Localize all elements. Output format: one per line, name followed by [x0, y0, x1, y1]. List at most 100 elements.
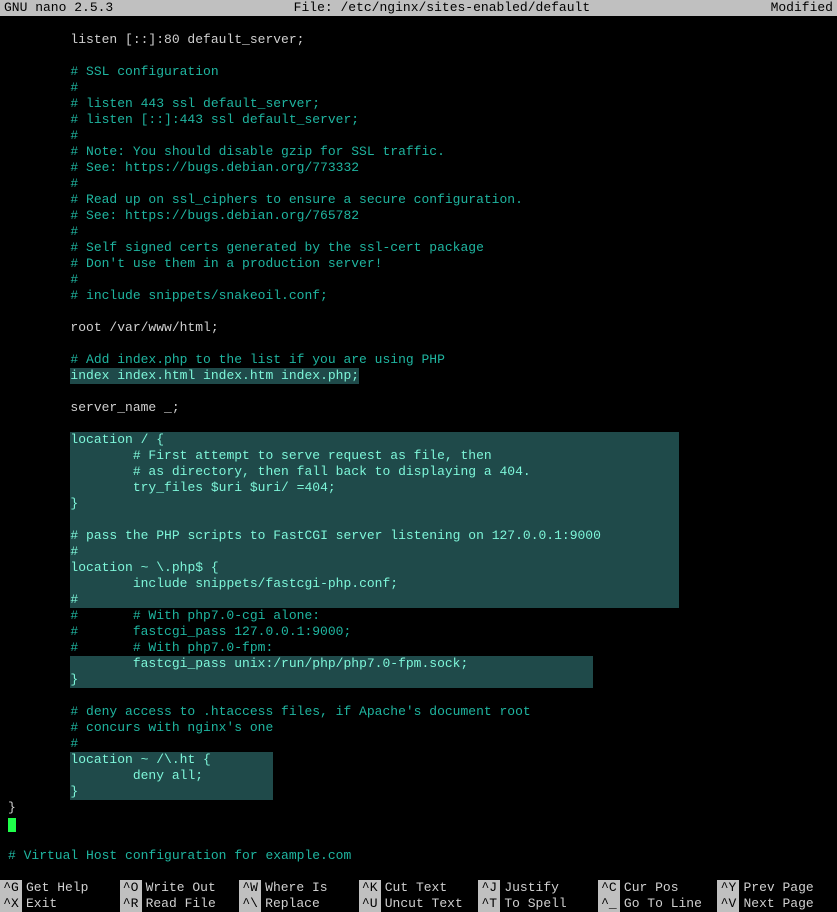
comment-text: # listen 443 ssl default_server;: [8, 96, 320, 111]
shortcut-item[interactable]: ^OWrite Out: [120, 880, 240, 896]
editor-line[interactable]: location / {: [0, 432, 837, 448]
shortcut-item[interactable]: ^JJustify: [478, 880, 598, 896]
comment-text: # deny access to .htaccess files, if Apa…: [8, 704, 531, 719]
shortcut-label: Get Help: [26, 880, 88, 896]
editor-line[interactable]: # First attempt to serve request as file…: [0, 448, 837, 464]
shortcut-bar: ^GGet Help^OWrite Out^WWhere Is^KCut Tex…: [0, 880, 837, 912]
highlighted-text: }: [70, 784, 273, 800]
shortcut-item[interactable]: ^TTo Spell: [478, 896, 598, 912]
highlighted-text: index index.html index.htm index.php;: [70, 368, 359, 384]
shortcut-key: ^O: [120, 880, 142, 896]
editor-line[interactable]: # Add index.php to the list if you are u…: [0, 352, 837, 368]
editor-line[interactable]: #: [0, 176, 837, 192]
shortcut-key: ^V: [717, 896, 739, 912]
shortcut-key: ^U: [359, 896, 381, 912]
editor-line[interactable]: root /var/www/html;: [0, 320, 837, 336]
shortcut-item[interactable]: ^XExit: [0, 896, 120, 912]
editor-line[interactable]: deny all;: [0, 768, 837, 784]
editor-line[interactable]: include snippets/fastcgi-php.conf;: [0, 576, 837, 592]
editor-line[interactable]: location ~ /\.ht {: [0, 752, 837, 768]
shortcut-item[interactable]: ^WWhere Is: [239, 880, 359, 896]
shortcut-label: Cut Text: [385, 880, 447, 896]
comment-text: #: [8, 272, 78, 287]
shortcut-key: ^Y: [717, 880, 739, 896]
editor-line[interactable]: #: [0, 224, 837, 240]
shortcut-item[interactable]: ^VNext Page: [717, 896, 837, 912]
editor-line[interactable]: server_name _;: [0, 400, 837, 416]
editor-line[interactable]: # SSL configuration: [0, 64, 837, 80]
comment-text: #: [8, 80, 78, 95]
highlighted-text: #: [70, 592, 679, 608]
editor-line[interactable]: [0, 384, 837, 400]
editor-line[interactable]: # Read up on ssl_ciphers to ensure a sec…: [0, 192, 837, 208]
editor-line[interactable]: }: [0, 800, 837, 816]
shortcut-key: ^T: [478, 896, 500, 912]
comment-text: # Don't use them in a production server!: [8, 256, 382, 271]
shortcut-key: ^K: [359, 880, 381, 896]
editor-line[interactable]: # pass the PHP scripts to FastCGI server…: [0, 528, 837, 544]
editor-line[interactable]: # fastcgi_pass 127.0.0.1:9000;: [0, 624, 837, 640]
app-name: GNU nano 2.5.3: [4, 0, 113, 16]
editor-line[interactable]: [0, 688, 837, 704]
highlighted-text: deny all;: [70, 768, 273, 784]
editor-line[interactable]: #: [0, 544, 837, 560]
code-text: listen [::]:80 default_server;: [8, 32, 304, 47]
comment-text: # Read up on ssl_ciphers to ensure a sec…: [8, 192, 523, 207]
editor-line[interactable]: # # With php7.0-cgi alone:: [0, 608, 837, 624]
highlighted-text: }: [70, 672, 593, 688]
editor-line[interactable]: listen [::]:80 default_server;: [0, 32, 837, 48]
shortcut-key: ^G: [0, 880, 22, 896]
comment-text: #: [8, 176, 78, 191]
cursor: [8, 818, 16, 832]
editor-line[interactable]: # # With php7.0-fpm:: [0, 640, 837, 656]
editor-line[interactable]: [0, 832, 837, 848]
shortcut-item[interactable]: ^RRead File: [120, 896, 240, 912]
editor-line[interactable]: # listen [::]:443 ssl default_server;: [0, 112, 837, 128]
editor-line[interactable]: # Don't use them in a production server!: [0, 256, 837, 272]
editor-line[interactable]: }: [0, 672, 837, 688]
editor-line[interactable]: #: [0, 128, 837, 144]
highlighted-text: fastcgi_pass unix:/run/php/php7.0-fpm.so…: [70, 656, 593, 672]
shortcut-item[interactable]: ^\Replace: [239, 896, 359, 912]
editor-line[interactable]: #: [0, 736, 837, 752]
editor-line[interactable]: # concurs with nginx's one: [0, 720, 837, 736]
editor-line[interactable]: # Note: You should disable gzip for SSL …: [0, 144, 837, 160]
editor-line[interactable]: #: [0, 272, 837, 288]
editor-line[interactable]: try_files $uri $uri/ =404;: [0, 480, 837, 496]
shortcut-item[interactable]: ^GGet Help: [0, 880, 120, 896]
editor-line[interactable]: [0, 416, 837, 432]
shortcut-item[interactable]: ^UUncut Text: [359, 896, 479, 912]
editor-line[interactable]: [0, 304, 837, 320]
editor-line[interactable]: [0, 336, 837, 352]
editor-line[interactable]: # as directory, then fall back to displa…: [0, 464, 837, 480]
editor-line[interactable]: [0, 816, 837, 832]
editor-line[interactable]: location ~ \.php$ {: [0, 560, 837, 576]
editor-line[interactable]: # See: https://bugs.debian.org/765782: [0, 208, 837, 224]
shortcut-item[interactable]: ^YPrev Page: [717, 880, 837, 896]
editor-line[interactable]: # Self signed certs generated by the ssl…: [0, 240, 837, 256]
editor-line[interactable]: # listen 443 ssl default_server;: [0, 96, 837, 112]
editor-line[interactable]: # Virtual Host configuration for example…: [0, 848, 837, 864]
shortcut-item[interactable]: ^KCut Text: [359, 880, 479, 896]
highlighted-text: # pass the PHP scripts to FastCGI server…: [70, 528, 679, 544]
editor-line[interactable]: [0, 48, 837, 64]
comment-text: # # With php7.0-fpm:: [8, 640, 273, 655]
editor-line[interactable]: # deny access to .htaccess files, if Apa…: [0, 704, 837, 720]
editor-line[interactable]: }: [0, 784, 837, 800]
code-text: }: [8, 800, 16, 815]
editor-line[interactable]: fastcgi_pass unix:/run/php/php7.0-fpm.so…: [0, 656, 837, 672]
editor-area[interactable]: listen [::]:80 default_server; # SSL con…: [0, 16, 837, 864]
shortcut-key: ^C: [598, 880, 620, 896]
comment-text: #: [8, 224, 78, 239]
editor-line[interactable]: # See: https://bugs.debian.org/773332: [0, 160, 837, 176]
shortcut-item[interactable]: ^_Go To Line: [598, 896, 718, 912]
editor-line[interactable]: #: [0, 592, 837, 608]
editor-line[interactable]: }: [0, 496, 837, 512]
editor-line[interactable]: index index.html index.htm index.php;: [0, 368, 837, 384]
editor-line[interactable]: # include snippets/snakeoil.conf;: [0, 288, 837, 304]
editor-line[interactable]: #: [0, 80, 837, 96]
shortcut-item[interactable]: ^CCur Pos: [598, 880, 718, 896]
editor-line[interactable]: [0, 512, 837, 528]
shortcut-label: Justify: [504, 880, 559, 896]
comment-text: # Self signed certs generated by the ssl…: [8, 240, 484, 255]
